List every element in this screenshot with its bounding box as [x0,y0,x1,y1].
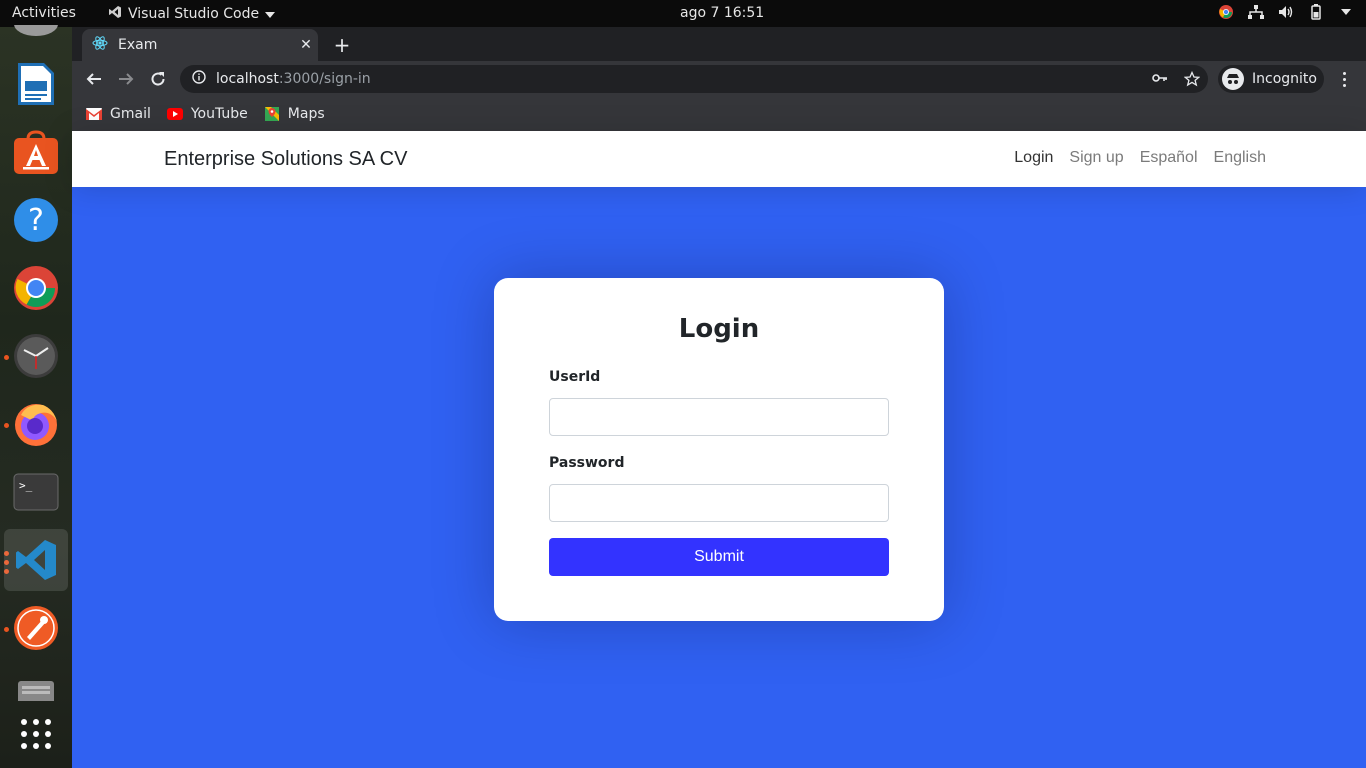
login-card: Login UserId Password Submit [494,278,944,621]
bookmark-maps[interactable]: Maps [264,106,325,122]
reload-icon [151,72,165,86]
ubuntu-software-icon[interactable] [4,121,68,183]
vscode-small-icon [108,5,122,23]
reload-button[interactable] [144,65,172,93]
clock[interactable]: ago 7 16:51 [680,5,764,21]
svg-text:?: ? [28,203,44,238]
userid-label: UserId [549,369,601,385]
url-path: :3000/sign-in [278,71,371,87]
system-tray[interactable] [1218,4,1354,20]
login-title: Login [678,314,760,344]
bookmarks-bar: Gmail YouTube Maps [72,97,1366,131]
chrome-tray-icon[interactable] [1218,4,1234,20]
react-favicon-icon [92,35,108,55]
postman-icon[interactable] [4,597,68,659]
tab-exam[interactable]: Exam ✕ [82,29,318,61]
site-navbar: Enterprise Solutions SA CV Login Sign up… [72,131,1366,187]
address-bar[interactable]: localhost:3000/sign-in [180,65,1208,93]
help-icon[interactable]: ? [4,189,68,251]
key-icon[interactable] [1152,71,1168,91]
gmail-icon [86,108,102,120]
close-icon[interactable]: ✕ [294,37,318,53]
clock-icon[interactable] [4,325,68,387]
tab-title: Exam [118,37,158,53]
bookmark-label: Gmail [110,106,151,122]
show-apps-icon[interactable] [4,703,68,765]
new-tab-button[interactable]: + [330,33,354,57]
chevron-down-icon [265,6,276,22]
bookmark-label: YouTube [190,106,248,122]
tab-strip: Exam ✕ + [72,27,1366,61]
chevron-down-icon[interactable] [1338,4,1354,20]
volume-icon[interactable] [1278,4,1294,20]
partial-dock-icon[interactable] [4,25,68,37]
incognito-badge[interactable]: Incognito [1218,65,1324,93]
bookmark-star-icon[interactable] [1183,70,1201,91]
nav-signup-link[interactable]: Sign up [1069,149,1123,167]
password-label: Password [549,455,625,471]
app-menu-label: Visual Studio Code [128,6,260,22]
forward-arrow-icon [119,73,134,85]
bookmark-gmail[interactable]: Gmail [86,106,151,122]
files-icon[interactable] [4,665,68,701]
nav-login-link[interactable]: Login [1014,149,1053,167]
bookmark-youtube[interactable]: YouTube [166,106,248,122]
app-menu[interactable]: Visual Studio Code [108,5,276,23]
chrome-icon[interactable] [4,257,68,319]
password-input[interactable] [549,484,889,522]
nav-links: Login Sign up Español English [1014,149,1266,167]
url-host: localhost [216,71,279,87]
svg-text:>_: >_ [19,479,33,492]
submit-button[interactable]: Submit [549,538,889,576]
browser-menu-button[interactable] [1334,65,1354,93]
back-arrow-icon [86,73,101,85]
web-page: Enterprise Solutions SA CV Login Sign up… [72,131,1366,768]
libreoffice-writer-icon[interactable] [4,53,68,115]
battery-icon[interactable] [1308,4,1324,20]
back-button[interactable] [80,65,108,93]
incognito-icon [1222,68,1244,90]
system-top-bar: Activities Visual Studio Code ago 7 16:5… [0,0,1366,27]
youtube-icon [166,108,183,120]
forward-button[interactable] [112,65,140,93]
site-brand[interactable]: Enterprise Solutions SA CV [164,148,407,171]
nav-espanol-link[interactable]: Español [1140,149,1198,167]
browser-toolbar: localhost:3000/sign-in Incognito [72,61,1366,97]
info-icon[interactable] [192,70,206,88]
browser-window: Exam ✕ + localhost:3000/sign-in Incogni… [72,27,1366,131]
maps-icon [264,107,279,121]
dock: ? >_ [0,25,72,768]
activities-button[interactable]: Activities [12,5,76,21]
firefox-icon[interactable] [4,393,68,455]
terminal-icon[interactable]: >_ [4,461,68,523]
bookmark-label: Maps [287,106,325,122]
nav-english-link[interactable]: English [1214,149,1266,167]
incognito-label: Incognito [1252,71,1317,87]
network-icon[interactable] [1248,4,1264,20]
userid-input[interactable] [549,398,889,436]
vscode-icon[interactable] [4,529,68,591]
